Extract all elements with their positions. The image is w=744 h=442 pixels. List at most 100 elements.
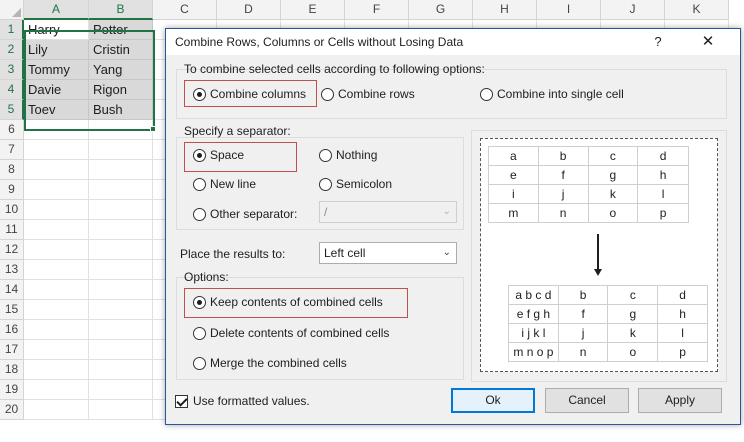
cell-a3[interactable]: Tommy (24, 60, 89, 80)
cell-b2[interactable]: Cristin (89, 40, 153, 60)
row-header-6[interactable]: 6 (0, 120, 24, 140)
row-header-20[interactable]: 20 (0, 400, 24, 420)
row-header-12[interactable]: 12 (0, 240, 24, 260)
column-header-b[interactable]: B (89, 0, 153, 20)
column-header-e[interactable]: E (281, 0, 345, 20)
place-results-select[interactable]: Left cell ⌄ (319, 242, 457, 264)
column-header-g[interactable]: G (409, 0, 473, 20)
radio-keep-contents[interactable]: Keep contents of combined cells (193, 293, 383, 311)
row-header-7[interactable]: 7 (0, 140, 24, 160)
row-header-10[interactable]: 10 (0, 200, 24, 220)
cell-a15[interactable] (24, 300, 89, 320)
cell-a8[interactable] (24, 160, 89, 180)
cell-a18[interactable] (24, 360, 89, 380)
radio-separator-space[interactable]: Space (193, 146, 244, 164)
column-header-i[interactable]: I (537, 0, 601, 20)
radio-separator-semicolon[interactable]: Semicolon (319, 175, 392, 193)
cell-b3[interactable]: Yang (89, 60, 153, 80)
cell-a10[interactable] (24, 200, 89, 220)
cell-a13[interactable] (24, 260, 89, 280)
row-header-8[interactable]: 8 (0, 160, 24, 180)
cell-b11[interactable] (89, 220, 153, 240)
row-header-3[interactable]: 3 (0, 60, 24, 80)
column-header-h[interactable]: H (473, 0, 537, 20)
column-header-c[interactable]: C (153, 0, 217, 20)
cell-a16[interactable] (24, 320, 89, 340)
help-icon[interactable]: ? (648, 32, 668, 52)
row-header-18[interactable]: 18 (0, 360, 24, 380)
row-header-13[interactable]: 13 (0, 260, 24, 280)
radio-separator-new-line[interactable]: New line (193, 175, 256, 193)
apply-button[interactable]: Apply (638, 388, 722, 413)
preview-cell: m n o p (508, 342, 559, 362)
cell-b13[interactable] (89, 260, 153, 280)
cell-b8[interactable] (89, 160, 153, 180)
cell-a17[interactable] (24, 340, 89, 360)
preview-row: abcd (488, 146, 689, 166)
cancel-button[interactable]: Cancel (545, 388, 629, 413)
radio-separator-nothing[interactable]: Nothing (319, 146, 377, 164)
fill-handle[interactable] (150, 126, 156, 132)
column-header-d[interactable]: D (217, 0, 281, 20)
radio-combine-rows[interactable]: Combine rows (321, 85, 415, 103)
row-header-17[interactable]: 17 (0, 340, 24, 360)
cell-b10[interactable] (89, 200, 153, 220)
other-separator-select[interactable]: / ⌄ (319, 201, 457, 223)
cell-a20[interactable] (24, 400, 89, 420)
radio-delete-contents[interactable]: Delete contents of combined cells (193, 324, 389, 342)
cell-b7[interactable] (89, 140, 153, 160)
cell-a19[interactable] (24, 380, 89, 400)
cell-b6[interactable] (89, 120, 153, 140)
cell-b9[interactable] (89, 180, 153, 200)
row-header-5[interactable]: 5 (0, 100, 24, 120)
cell-b19[interactable] (89, 380, 153, 400)
close-icon[interactable]: ✕ (696, 32, 720, 52)
column-header-a[interactable]: A (24, 0, 89, 20)
radio-separator-other[interactable]: Other separator: (193, 205, 297, 223)
radio-dot (321, 87, 334, 101)
column-header-k[interactable]: K (665, 0, 729, 20)
cell-a11[interactable] (24, 220, 89, 240)
row-header-15[interactable]: 15 (0, 300, 24, 320)
row-header-19[interactable]: 19 (0, 380, 24, 400)
cell-a9[interactable] (24, 180, 89, 200)
cell-b14[interactable] (89, 280, 153, 300)
ok-button[interactable]: Ok (451, 388, 535, 413)
cell-a5[interactable]: Toev (24, 100, 89, 120)
cell-a4[interactable]: Davie (24, 80, 89, 100)
combine-group-label: To combine selected cells according to f… (184, 62, 485, 76)
cell-a14[interactable] (24, 280, 89, 300)
preview-cell: n (557, 342, 609, 362)
cell-b12[interactable] (89, 240, 153, 260)
row-header-9[interactable]: 9 (0, 180, 24, 200)
combine-dialog: Combine Rows, Columns or Cells without L… (165, 28, 741, 425)
preview-cell: b (557, 285, 609, 305)
row-header-4[interactable]: 4 (0, 80, 24, 100)
cell-a2[interactable]: Lily (24, 40, 89, 60)
column-header-j[interactable]: J (601, 0, 665, 20)
cell-b16[interactable] (89, 320, 153, 340)
row-header-2[interactable]: 2 (0, 40, 24, 60)
cell-b5[interactable]: Bush (89, 100, 153, 120)
cell-b17[interactable] (89, 340, 153, 360)
cell-b4[interactable]: Rigon (89, 80, 153, 100)
row-header-16[interactable]: 16 (0, 320, 24, 340)
radio-combine-single-cell[interactable]: Combine into single cell (480, 85, 624, 103)
row-header-14[interactable]: 14 (0, 280, 24, 300)
cell-a1[interactable]: Harry (24, 20, 89, 40)
cell-b1[interactable]: Potter (89, 20, 153, 40)
cell-b20[interactable] (89, 400, 153, 420)
dialog-titlebar[interactable]: Combine Rows, Columns or Cells without L… (166, 29, 740, 55)
radio-combine-columns[interactable]: Combine columns (193, 85, 306, 103)
row-header-11[interactable]: 11 (0, 220, 24, 240)
radio-merge-cells[interactable]: Merge the combined cells (193, 354, 347, 372)
cell-a7[interactable] (24, 140, 89, 160)
column-header-f[interactable]: F (345, 0, 409, 20)
cell-b18[interactable] (89, 360, 153, 380)
row-header-1[interactable]: 1 (0, 20, 24, 40)
cell-a12[interactable] (24, 240, 89, 260)
cell-a6[interactable] (24, 120, 89, 140)
select-all-corner[interactable] (0, 0, 24, 20)
use-formatted-checkbox[interactable]: Use formatted values. (175, 394, 310, 408)
cell-b15[interactable] (89, 300, 153, 320)
